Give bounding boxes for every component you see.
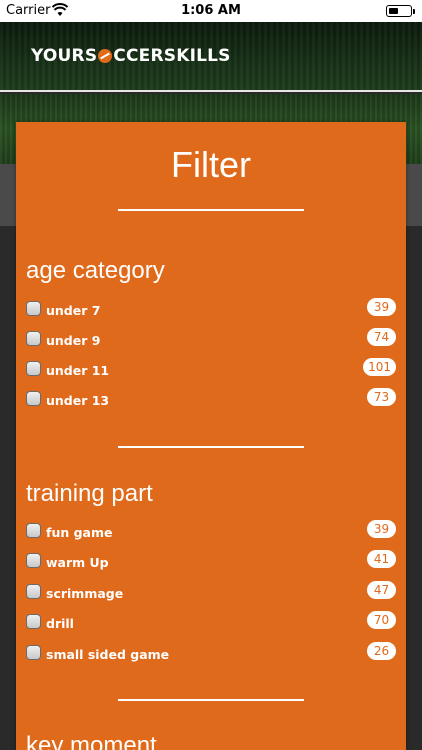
checkbox[interactable]	[26, 553, 41, 568]
filter-option-under-9[interactable]: under 9 74	[26, 328, 396, 350]
option-label: fun game	[46, 525, 113, 540]
count-badge: 101	[363, 358, 396, 376]
option-label: under 7	[46, 303, 101, 318]
option-label: under 13	[46, 393, 110, 408]
checkbox[interactable]	[26, 331, 41, 346]
checkbox[interactable]	[26, 361, 41, 376]
section-title-training-part: training part	[26, 480, 153, 507]
count-badge: 41	[367, 550, 396, 568]
section-title-key-moment: key moment	[26, 732, 157, 750]
filter-panel: Filter age category under 7 39 under 9 7…	[16, 122, 406, 750]
logo-text-left: YOURS	[31, 46, 98, 66]
filter-option-small-sided-game[interactable]: small sided game 26	[26, 642, 396, 664]
checkbox[interactable]	[26, 391, 41, 406]
checkbox[interactable]	[26, 645, 41, 660]
filter-option-under-7[interactable]: under 7 39	[26, 298, 396, 320]
option-label: under 9	[46, 333, 101, 348]
filter-option-scrimmage[interactable]: scrimmage 47	[26, 581, 396, 603]
count-badge: 74	[367, 328, 396, 346]
count-badge: 39	[367, 298, 396, 316]
filter-title: Filter	[171, 144, 251, 185]
app-header: YOURS CCERSKILLS	[0, 22, 422, 92]
filter-option-drill[interactable]: drill 70	[26, 611, 396, 633]
soccer-ball-icon	[98, 49, 113, 63]
divider	[118, 699, 304, 701]
checkbox[interactable]	[26, 614, 41, 629]
app-logo[interactable]: YOURS CCERSKILLS	[31, 46, 231, 66]
count-badge: 73	[367, 388, 396, 406]
filter-option-under-11[interactable]: under 11 101	[26, 358, 396, 380]
filter-option-fun-game[interactable]: fun game 39	[26, 520, 396, 542]
checkbox[interactable]	[26, 523, 41, 538]
option-label: small sided game	[46, 647, 170, 662]
battery-icon	[386, 5, 415, 17]
divider	[118, 446, 304, 448]
option-label: under 11	[46, 363, 110, 378]
clock: 1:06 AM	[181, 3, 241, 18]
filter-option-warm-up[interactable]: warm Up 41	[26, 550, 396, 572]
section-title-age-category: age category	[26, 257, 165, 284]
option-label: drill	[46, 616, 74, 631]
count-badge: 70	[367, 611, 396, 629]
logo-text-right: CCERSKILLS	[113, 46, 231, 66]
count-badge: 26	[367, 642, 396, 660]
status-bar: Carrier 1:06 AM	[0, 0, 422, 22]
divider	[118, 209, 304, 211]
filter-option-under-13[interactable]: under 13 73	[26, 388, 396, 410]
count-badge: 47	[367, 581, 396, 599]
checkbox[interactable]	[26, 584, 41, 599]
checkbox[interactable]	[26, 301, 41, 316]
option-label: warm Up	[46, 555, 109, 570]
option-label: scrimmage	[46, 586, 124, 601]
count-badge: 39	[367, 520, 396, 538]
